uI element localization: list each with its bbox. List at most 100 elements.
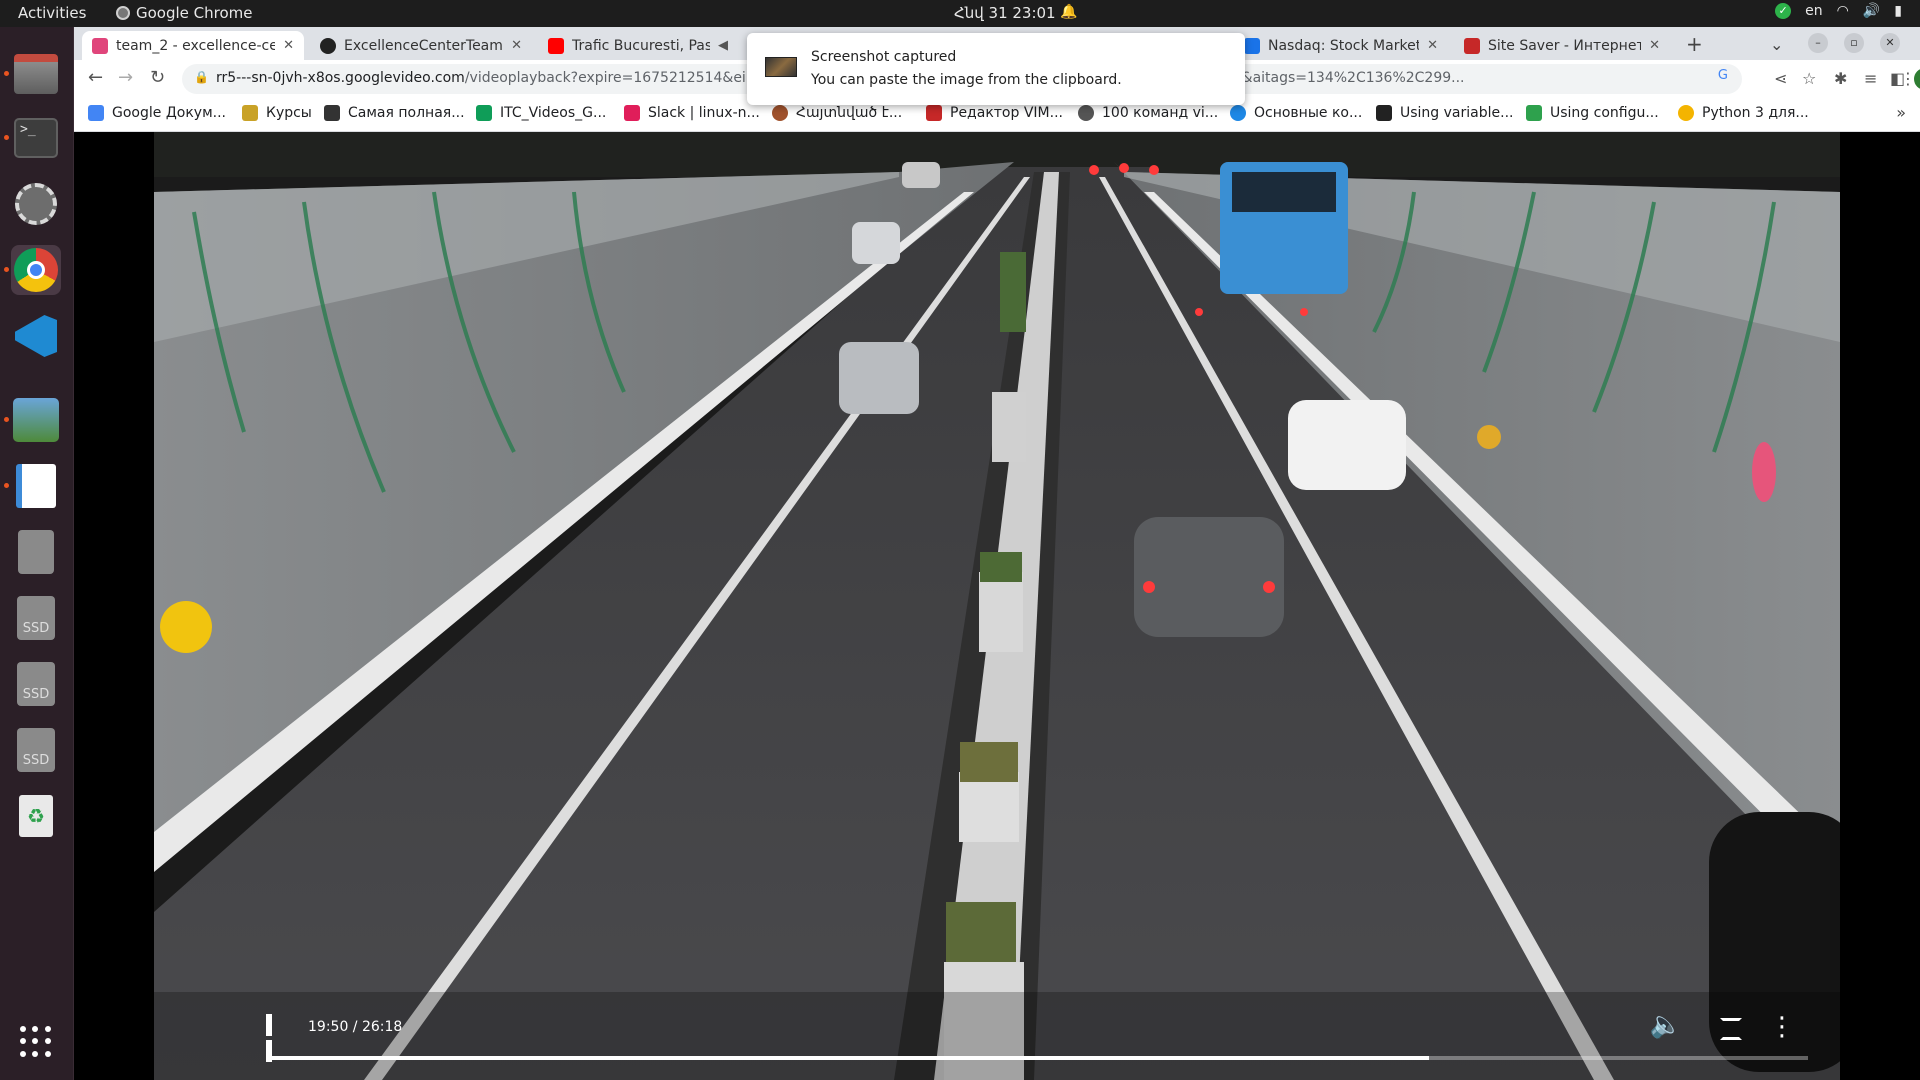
dock-ssd-2[interactable]: SSD — [11, 659, 61, 709]
window-close-button[interactable]: ✕ — [1880, 33, 1900, 53]
gear-icon — [15, 183, 57, 225]
screenshot-thumbnail — [765, 57, 797, 77]
dock-terminal[interactable]: >_ — [4, 113, 61, 163]
trash-icon: ♻ — [19, 795, 53, 837]
bookmark-item[interactable]: Курсы — [242, 105, 312, 121]
bookmark-item[interactable]: Using variable... — [1376, 105, 1513, 121]
google-lens-icon[interactable]: G — [1718, 68, 1728, 83]
dock-screenshot-tool[interactable] — [4, 395, 61, 445]
tab-nasdaq[interactable]: Nasdaq: Stock Market, D ✕ — [1234, 31, 1448, 60]
minimize-button[interactable]: – — [1808, 33, 1828, 53]
video-timecode: 19:50 / 26:18 — [308, 1019, 403, 1035]
dock-ssd-1[interactable]: SSD — [11, 593, 61, 643]
pause-button[interactable] — [266, 1014, 286, 1062]
forward-arrow-icon[interactable]: → — [118, 67, 133, 88]
update-check-icon[interactable]: ✓ — [1775, 3, 1792, 19]
tab-team-2[interactable]: team_2 - excellence-cent ✕ — [82, 31, 304, 60]
tab-youtube[interactable]: Trafic Bucuresti, Pas ◀ — [538, 31, 738, 60]
info-icon — [324, 105, 340, 121]
bookmark-item[interactable]: ITC_Videos_G... — [476, 105, 606, 121]
bookmark-item[interactable]: 100 команд vi... — [1078, 105, 1218, 121]
close-icon[interactable]: ✕ — [1649, 38, 1660, 53]
page-content: 19:50 / 26:18 🔈 ⋮ — [74, 132, 1920, 1080]
notification-body: You can paste the image from the clipboa… — [811, 72, 1122, 88]
kebab-menu-icon[interactable]: ⋮ — [1900, 69, 1916, 88]
chrome-app-icon — [116, 6, 130, 20]
video-player[interactable]: 19:50 / 26:18 🔈 ⋮ — [154, 132, 1840, 1080]
url-host: rr5---sn-0jvh-x8os.googlevideo.com — [216, 70, 465, 86]
video-progress-fill — [266, 1056, 1429, 1060]
new-tab-button[interactable]: + — [1686, 32, 1703, 56]
dock-archive[interactable] — [11, 527, 61, 577]
running-indicator — [4, 71, 9, 76]
bookmark-label: ITC_Videos_G... — [500, 105, 607, 121]
youtube-favicon-icon — [548, 37, 564, 54]
tab-search-chevron-down-icon[interactable]: ⌄ — [1770, 35, 1783, 54]
dock-text-editor[interactable] — [4, 461, 61, 511]
letter-e-icon — [1376, 105, 1392, 121]
bookmark-item[interactable]: Using configu... — [1526, 105, 1659, 121]
back-arrow-icon[interactable]: ← — [88, 67, 103, 88]
volume-icon: 🔊 — [1862, 3, 1881, 19]
dock-chrome[interactable] — [4, 245, 61, 295]
speaker-icon[interactable]: ◀ — [718, 38, 728, 53]
close-icon[interactable]: ✕ — [1427, 38, 1438, 53]
bookmark-item[interactable]: Slack | linux-n... — [624, 105, 760, 121]
more-bookmarks-chevron-icon[interactable]: » — [1896, 103, 1906, 122]
tab-github[interactable]: ExcellenceCenterTeam2 ✕ — [310, 31, 532, 60]
running-indicator — [4, 417, 9, 422]
share-icon[interactable]: ⋖ — [1774, 69, 1787, 88]
clock[interactable]: Հնվ 31 23:01 — [954, 4, 1056, 22]
chrome-icon — [14, 248, 58, 292]
slack-favicon-icon — [92, 37, 108, 54]
bookmark-item[interactable]: Հայտնված է... — [772, 105, 902, 121]
dock-vscode[interactable] — [11, 311, 61, 361]
video-progress-bar[interactable] — [266, 1056, 1808, 1060]
close-icon[interactable]: ✕ — [511, 38, 522, 53]
bookmark-item[interactable]: Python 3 для... — [1678, 105, 1809, 121]
close-icon[interactable]: ✕ — [283, 38, 294, 53]
files-icon — [14, 54, 58, 94]
bookmark-item[interactable]: Основные ко... — [1230, 105, 1362, 121]
notification-title: Screenshot captured — [811, 49, 957, 65]
screenshot-notification[interactable]: Screenshot captured You can paste the im… — [747, 33, 1245, 105]
maximize-button[interactable]: ▫ — [1844, 33, 1864, 53]
bookmark-star-icon[interactable]: ☆ — [1802, 69, 1816, 88]
fullscreen-icon[interactable] — [1720, 1018, 1742, 1040]
app-menu[interactable]: Google Chrome — [116, 4, 253, 22]
dock-trash[interactable]: ♻ — [11, 791, 61, 841]
python-icon — [1678, 105, 1694, 121]
system-tray[interactable]: ✓ en ◠ 🔊 ▮ — [1775, 3, 1902, 19]
site-icon — [1230, 105, 1246, 121]
extensions-icon[interactable]: ✱ — [1834, 69, 1847, 88]
drive-icon: SSD — [17, 596, 55, 640]
language-indicator[interactable]: en — [1805, 3, 1823, 19]
dock-files[interactable] — [4, 49, 61, 99]
tab-title: Site Saver - Интернет-м — [1488, 37, 1642, 54]
lock-icon[interactable]: 🔒 — [194, 70, 209, 84]
tab-title: Nasdaq: Stock Market, D — [1268, 37, 1420, 54]
volume-icon[interactable]: 🔈 — [1650, 1010, 1682, 1040]
reload-icon[interactable]: ↻ — [150, 67, 165, 88]
media-controls-icon[interactable]: ≡ — [1864, 69, 1877, 88]
slack-icon — [624, 105, 640, 121]
terminal-icon: >_ — [14, 118, 58, 158]
activities-button[interactable]: Activities — [18, 4, 86, 22]
bookmark-item[interactable]: Редактор VIM... — [926, 105, 1063, 121]
habr-icon — [926, 105, 942, 121]
bookmark-label: Using configu... — [1550, 105, 1659, 121]
bookmark-item[interactable]: Google Докум... — [88, 105, 226, 121]
bell-icon: 🔔 — [1060, 4, 1078, 20]
dock-settings[interactable] — [11, 179, 61, 229]
dock-ssd-3[interactable]: SSD — [11, 725, 61, 775]
bookmark-label: Редактор VIM... — [950, 105, 1063, 121]
tab-site-saver[interactable]: Site Saver - Интернет-м ✕ — [1454, 31, 1670, 60]
archive-icon — [18, 530, 54, 574]
screenshot-icon — [13, 398, 59, 442]
courses-icon — [242, 105, 258, 121]
bookmark-label: Slack | linux-n... — [648, 105, 760, 121]
show-applications-button[interactable] — [11, 1017, 61, 1067]
bookmark-item[interactable]: Самая полная... — [324, 105, 465, 121]
drive-icon: SSD — [17, 728, 55, 772]
more-options-icon[interactable]: ⋮ — [1769, 1014, 1795, 1040]
